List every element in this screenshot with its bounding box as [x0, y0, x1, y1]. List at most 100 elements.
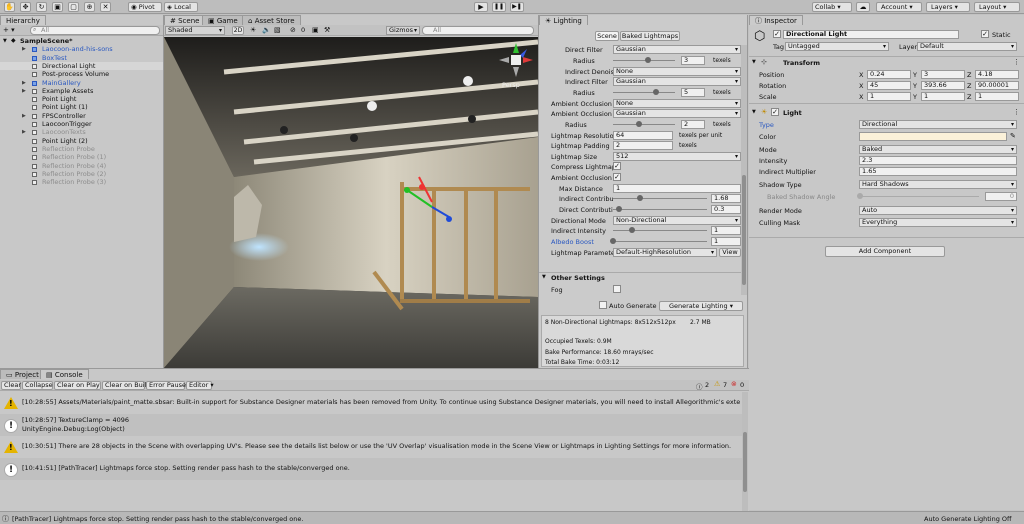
scene-root[interactable]: ▼ ◆ SampleScene* — [0, 37, 163, 45]
lighting-setting-field[interactable]: 1 — [613, 184, 741, 193]
shading-mode-dropdown[interactable]: Shaded — [165, 26, 225, 35]
transform-scale-z-field[interactable]: 1 — [975, 92, 1019, 101]
expand-arrow-icon[interactable]: ▼ — [752, 109, 756, 115]
console-log-entry[interactable]: [10:28:55] Assets/Materials/paint_matte.… — [0, 392, 742, 414]
slider-knob[interactable] — [628, 227, 635, 233]
expand-arrow-icon[interactable]: ▼ — [752, 59, 756, 65]
hierarchy-item[interactable]: ▶ Example Assets — [0, 87, 163, 95]
hierarchy-item[interactable]: Point Light (1) — [0, 103, 163, 111]
hierarchy-item[interactable]: ▶ LaocoonTexts — [0, 128, 163, 136]
tab-lighting[interactable]: ☀ Lighting — [539, 15, 588, 25]
warn-count-icon[interactable]: ⚠ — [714, 380, 720, 388]
console-scrollbar[interactable] — [742, 392, 748, 512]
slider-knob[interactable] — [857, 193, 863, 199]
scale-tool-button[interactable]: ▣ — [52, 2, 63, 12]
hierarchy-search-input[interactable]: All — [30, 26, 160, 35]
light-setting-dropdown[interactable]: Baked — [859, 145, 1017, 154]
lighting-scene-tab[interactable]: Scene — [595, 31, 619, 41]
lighting-setting-checkbox[interactable]: ✓ — [613, 173, 621, 181]
auto-generate-checkbox[interactable] — [599, 301, 607, 309]
eyedropper-icon[interactable]: ✎ — [1010, 132, 1016, 140]
lighting-setting-slider[interactable] — [613, 60, 675, 61]
tab-hierarchy[interactable]: Hierarchy — [0, 15, 46, 25]
lighting-setting-field[interactable]: 64 — [613, 131, 673, 140]
expand-arrow-icon[interactable]: ▶ — [22, 112, 26, 120]
hierarchy-item[interactable]: Reflection Probe (2) — [0, 170, 163, 178]
slider-knob[interactable] — [615, 206, 622, 212]
console-editor-button[interactable]: Editor ▾ — [186, 381, 214, 390]
audio-toggle-icon[interactable]: 🔈 — [262, 26, 271, 34]
other-settings-header[interactable]: ▼ Other Settings — [539, 272, 744, 282]
lighting-setting-dropdown[interactable]: Gaussian — [613, 109, 741, 118]
generate-lighting-button[interactable]: Generate Lighting ▾ — [659, 301, 743, 311]
hidden-objects-icon[interactable]: ⊘ — [290, 26, 296, 34]
transform-scale-x-field[interactable]: 1 — [867, 92, 911, 101]
info-count-icon[interactable]: ⓘ — [696, 381, 703, 391]
tab-game[interactable]: ▣ Game — [202, 15, 244, 25]
transform-scale-y-field[interactable]: 1 — [921, 92, 965, 101]
custom-tool-button[interactable]: ✕ — [100, 2, 111, 12]
slider-knob[interactable] — [636, 121, 643, 127]
lighting-scrollbar-thumb[interactable] — [742, 175, 746, 285]
hierarchy-item[interactable]: Point Light — [0, 95, 163, 103]
console-clear-on-build-button[interactable]: Clear on Build — [102, 381, 151, 390]
component-menu-icon[interactable]: ⋮ — [1013, 108, 1020, 116]
console-scrollbar-thumb[interactable] — [743, 432, 747, 492]
light-setting-dropdown[interactable]: Hard Shadows — [859, 180, 1017, 189]
hierarchy-item[interactable]: Directional Light — [0, 61, 163, 71]
light-setting-field[interactable]: 1.65 — [859, 167, 1017, 176]
light-setting-dropdown[interactable]: Auto — [859, 206, 1017, 215]
tab-console[interactable]: ▤ Console — [40, 369, 89, 379]
layer-dropdown[interactable]: Default — [917, 42, 1017, 51]
lighting-setting-field[interactable]: 2 — [613, 141, 673, 150]
lighting-setting-field[interactable]: 3 — [681, 56, 705, 65]
status-message[interactable]: [PathTracer] Lightmaps force stop. Setti… — [12, 515, 303, 523]
light-setting-field[interactable]: 2.3 — [859, 156, 1017, 165]
slider-knob[interactable] — [644, 57, 651, 63]
lighting-setting-dropdown[interactable]: Non-Directional — [613, 216, 741, 225]
tab-project[interactable]: ▭ Project — [0, 369, 45, 379]
hierarchy-item[interactable]: Point Light (2) — [0, 137, 163, 145]
layout-button[interactable]: Layout ▾ — [974, 2, 1020, 12]
baked-lightmaps-tab[interactable]: Baked Lightmaps — [620, 31, 680, 41]
account-button[interactable]: Account ▾ — [876, 2, 922, 12]
hierarchy-item[interactable]: ▶ FPSController — [0, 112, 163, 120]
hierarchy-item[interactable]: ▶ MainGallery — [0, 79, 163, 87]
lighting-setting-field[interactable]: 5 — [681, 88, 705, 97]
hand-tool-button[interactable]: ✋ — [4, 2, 15, 12]
cloud-button[interactable]: ☁ — [856, 2, 870, 12]
create-button[interactable]: + ▾ — [3, 26, 15, 34]
light-setting-dropdown[interactable]: Directional — [859, 120, 1017, 129]
tag-dropdown[interactable]: Untagged — [785, 42, 889, 51]
transform-tool-button[interactable]: ⊕ — [84, 2, 95, 12]
light-setting-dropdown[interactable]: Everything — [859, 218, 1017, 227]
light-enabled-checkbox[interactable]: ✓ — [771, 108, 779, 116]
effects-toggle-icon[interactable]: ▧ — [274, 26, 281, 34]
scene-search-input[interactable]: All — [422, 26, 534, 35]
console-log-entry[interactable]: [10:30:51] There are 28 objects in the S… — [0, 436, 742, 458]
slider-knob[interactable] — [653, 89, 660, 95]
lighting-setting-dropdown[interactable]: Default-HighResolution — [613, 248, 717, 257]
rotate-tool-button[interactable]: ↻ — [36, 2, 47, 12]
view-button[interactable]: View — [719, 248, 741, 257]
lighting-setting-dropdown[interactable]: None — [613, 67, 741, 76]
transform-rotation-y-field[interactable]: 393.66 — [921, 81, 965, 90]
hierarchy-item[interactable]: LaocoonTrigger — [0, 120, 163, 128]
persp-label[interactable]: Persp — [502, 81, 520, 89]
2d-toggle[interactable]: 2D — [232, 26, 244, 35]
slider-knob[interactable] — [637, 195, 644, 201]
hierarchy-item[interactable]: ▶ Laocoon-and-his-sons — [0, 45, 163, 53]
lighting-setting-checkbox[interactable]: ✓ — [613, 162, 621, 170]
hierarchy-item[interactable]: Reflection Probe (4) — [0, 162, 163, 170]
rect-tool-button[interactable]: ▢ — [68, 2, 79, 12]
console-log-entry[interactable]: ! [10:28:57] TextureClamp = 4096 UnityEngi… — [0, 414, 742, 436]
fog-checkbox[interactable] — [613, 285, 621, 293]
expand-arrow-icon[interactable]: ▶ — [22, 45, 26, 53]
orientation-gizmo[interactable] — [497, 41, 535, 79]
expand-arrow-icon[interactable]: ▶ — [22, 128, 26, 136]
scene-viewport[interactable]: Persp — [164, 37, 538, 368]
slider-knob[interactable] — [610, 238, 616, 244]
hierarchy-item[interactable]: Post-process Volume — [0, 70, 163, 78]
tab-inspector[interactable]: ⓘ Inspector — [749, 15, 803, 25]
tools-icon[interactable]: ⚒ — [324, 26, 330, 34]
